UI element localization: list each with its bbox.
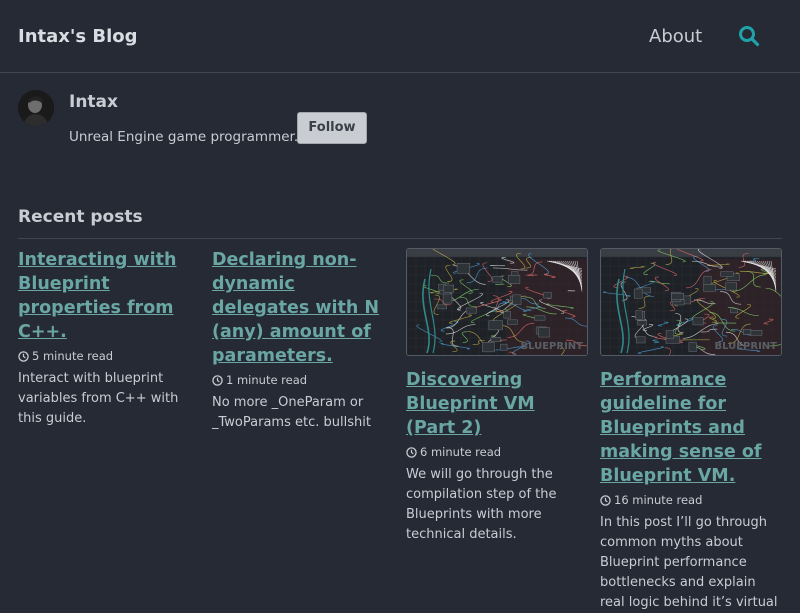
post-card: BLUEPRINT Discovering Blueprint VM (Part…	[406, 248, 588, 545]
clock-icon	[18, 350, 29, 362]
clock-icon	[212, 374, 223, 386]
post-excerpt: Interact with blueprint variables from C…	[18, 371, 179, 426]
post-card: Declaring non-dynamic delegates with N (…	[212, 248, 394, 433]
follow-button[interactable]: Follow	[297, 112, 367, 144]
post-title-link[interactable]: Interacting with Blueprint properties fr…	[18, 248, 200, 344]
post-meta: 6 minute read	[406, 444, 588, 460]
post-excerpt: We will go through the compilation step …	[406, 467, 557, 542]
nav-about-link[interactable]: About	[649, 26, 702, 47]
post-card: Interacting with Blueprint properties fr…	[18, 248, 200, 429]
read-time: 16 minute read	[614, 493, 703, 507]
post-meta: 1 minute read	[212, 372, 394, 388]
post-title-link[interactable]: Performance guideline for Blueprints and…	[600, 368, 782, 488]
author-bio: Unreal Engine game programmer.	[69, 129, 299, 145]
post-meta: 16 minute read	[600, 492, 782, 508]
post-excerpt: In this post I’ll go through common myth…	[600, 515, 778, 610]
post-excerpt: No more _OneParam or _TwoParams etc. bul…	[212, 395, 371, 430]
post-title-link[interactable]: Discovering Blueprint VM (Part 2)	[406, 368, 588, 440]
read-time: 5 minute read	[32, 349, 114, 363]
svg-text:BLUEPRINT: BLUEPRINT	[714, 341, 777, 352]
clock-icon	[406, 446, 417, 458]
site-title[interactable]: Intax's Blog	[18, 26, 138, 47]
author-name: Intax	[69, 92, 118, 112]
read-time: 6 minute read	[420, 445, 502, 459]
post-thumbnail[interactable]: BLUEPRINT	[406, 248, 588, 356]
post-thumbnail[interactable]: BLUEPRINT	[600, 248, 782, 356]
search-icon[interactable]	[738, 25, 760, 47]
section-divider	[18, 238, 782, 239]
avatar	[18, 90, 54, 126]
clock-icon	[600, 494, 611, 506]
post-title-link[interactable]: Declaring non-dynamic delegates with N (…	[212, 248, 394, 368]
post-card: BLUEPRINT Performance guideline for Blue…	[600, 248, 782, 613]
post-meta: 5 minute read	[18, 348, 200, 364]
masthead: Intax's Blog About	[0, 0, 800, 73]
read-time: 1 minute read	[226, 373, 308, 387]
recent-posts-heading: Recent posts	[18, 207, 143, 227]
svg-text:BLUEPRINT: BLUEPRINT	[520, 341, 583, 352]
